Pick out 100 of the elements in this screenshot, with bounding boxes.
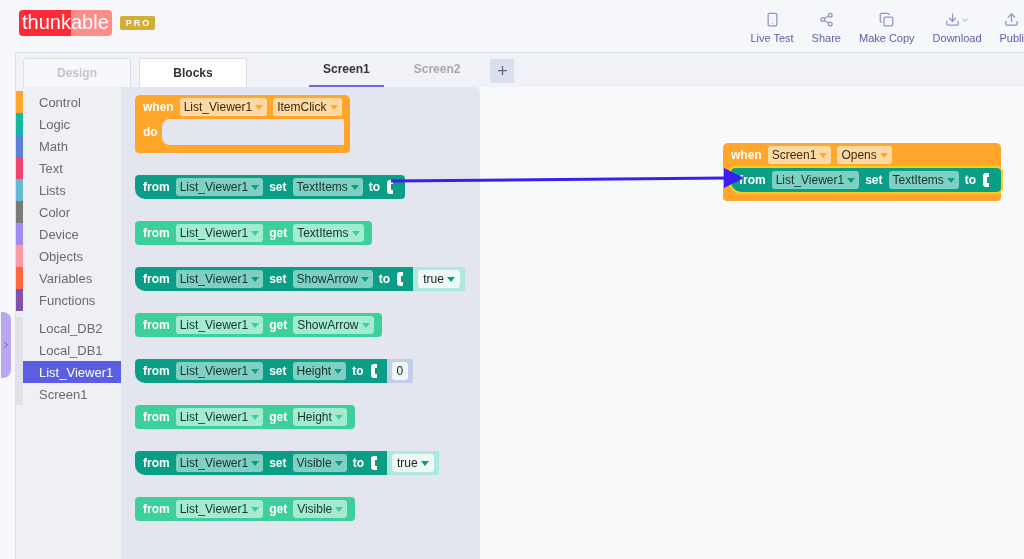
block-label: to <box>352 456 364 470</box>
block-dropdown[interactable]: List_Viewer1 <box>771 171 860 189</box>
category-item[interactable]: Control <box>16 91 121 113</box>
category-item[interactable]: Math <box>16 135 121 157</box>
block-dropdown[interactable]: ItemClick <box>273 98 342 116</box>
caret-icon <box>329 104 338 110</box>
block-label: get <box>269 318 288 332</box>
block-label: from <box>143 272 170 286</box>
value-block[interactable]: true <box>413 267 465 291</box>
expand-handle[interactable] <box>1 312 11 378</box>
component-item[interactable]: List_Viewer1 <box>23 361 121 383</box>
plan-badge: PRO <box>119 16 156 30</box>
socket-icon <box>982 173 990 187</box>
getter-block[interactable]: from List_Viewer1 get Height <box>135 405 355 429</box>
toolbar-button[interactable]: Make Copy <box>858 12 915 44</box>
setter-block[interactable]: from List_Viewer1 set Visible to true <box>135 451 439 475</box>
block-label: to <box>352 364 364 378</box>
caret-icon <box>251 322 260 328</box>
block-dropdown[interactable]: Visible <box>293 500 348 518</box>
block-label: from <box>143 456 170 470</box>
phone-icon <box>764 12 780 27</box>
block-label: from <box>143 364 170 378</box>
caret-icon <box>420 460 429 466</box>
caret-icon <box>251 184 260 190</box>
block-dropdown[interactable]: Opens <box>837 146 892 164</box>
caret-icon <box>361 322 370 328</box>
caret-icon <box>350 184 359 190</box>
category-item[interactable]: Text <box>16 157 121 179</box>
caret-icon <box>819 152 828 158</box>
caret-icon <box>335 506 344 512</box>
category-item[interactable]: Functions <box>16 289 121 311</box>
category-item[interactable]: Color <box>16 201 121 223</box>
toolbar-button[interactable]: Share <box>811 12 841 44</box>
setter-block[interactable]: from List_Viewer1 set TextItems to <box>135 175 406 199</box>
toolbar-button[interactable]: Publi <box>999 12 1024 44</box>
upload-icon <box>1004 12 1020 27</box>
setter-block[interactable]: from List_Viewer1 set ShowArrow to true <box>135 267 465 291</box>
block-label: get <box>269 502 288 516</box>
component-item[interactable]: Screen1 <box>23 383 121 405</box>
block-dropdown[interactable]: ShowArrow <box>293 316 374 334</box>
block-dropdown[interactable]: Height <box>293 408 347 426</box>
caret-icon <box>351 230 360 236</box>
block-dropdown[interactable]: TextItems <box>292 178 363 196</box>
block-label: set <box>269 180 287 194</box>
block-dropdown[interactable]: List_Viewer1 <box>179 98 268 116</box>
setter-block[interactable]: from List_Viewer1 set Height to 0 <box>135 359 414 383</box>
getter-block[interactable]: from List_Viewer1 get Visible <box>135 497 356 521</box>
block-dropdown[interactable]: Visible <box>292 454 347 472</box>
getter-block[interactable]: from List_Viewer1 get ShowArrow <box>135 313 382 337</box>
socket-icon <box>369 364 377 378</box>
value-block[interactable]: true <box>386 451 439 475</box>
socket-icon <box>396 272 404 286</box>
add-screen-button[interactable]: + <box>490 59 515 83</box>
getter-block[interactable]: from List_Viewer1 get TextItems <box>135 221 372 245</box>
block-label: set <box>269 364 287 378</box>
block-dropdown[interactable]: List_Viewer1 <box>175 362 264 380</box>
value-block[interactable]: 0 <box>386 359 414 383</box>
component-item[interactable]: Local_DB2 <box>23 317 121 339</box>
caret-icon <box>251 230 260 236</box>
caret-icon <box>334 460 343 466</box>
block-dropdown[interactable]: TextItems <box>888 171 959 189</box>
block-dropdown[interactable]: List_Viewer1 <box>175 500 264 518</box>
block-label: set <box>865 173 883 187</box>
caret-icon <box>251 368 260 374</box>
block-label: from <box>143 180 170 194</box>
category-item[interactable]: Logic <box>16 113 121 135</box>
caret-icon <box>251 460 260 466</box>
chevron-right-icon <box>1 340 11 350</box>
toolbar-button[interactable]: Download <box>932 12 982 44</box>
toolbar-button[interactable]: Live Test <box>750 12 794 44</box>
block-dropdown[interactable]: TextItems <box>293 224 364 242</box>
category-item[interactable]: Objects <box>16 245 121 267</box>
category-item[interactable]: Device <box>16 223 121 245</box>
mode-tab[interactable]: Blocks <box>139 58 247 87</box>
share-icon <box>818 12 834 27</box>
block-dropdown[interactable]: List_Viewer1 <box>175 270 264 288</box>
block-label: to <box>378 272 391 286</box>
event-block[interactable]: when List_Viewer1 ItemClick do <box>135 95 350 153</box>
socket-icon <box>369 456 377 470</box>
caret-icon <box>360 276 369 282</box>
block-dropdown[interactable]: List_Viewer1 <box>175 224 264 242</box>
block-dropdown[interactable]: List_Viewer1 <box>175 454 264 472</box>
block-label: get <box>269 226 288 240</box>
block-dropdown[interactable]: Height <box>292 362 347 380</box>
block-dropdown[interactable]: Screen1 <box>767 146 832 164</box>
caret-icon <box>847 177 856 183</box>
block-dropdown[interactable]: List_Viewer1 <box>175 316 264 334</box>
copy-icon <box>879 12 895 27</box>
block-dropdown[interactable]: List_Viewer1 <box>175 408 264 426</box>
caret-icon <box>251 414 260 420</box>
caret-icon <box>334 414 343 420</box>
block-label: to <box>964 173 977 187</box>
block-label: from <box>143 226 170 240</box>
block-label: from <box>143 410 170 424</box>
category-item[interactable]: Lists <box>16 179 121 201</box>
block-dropdown[interactable]: ShowArrow <box>292 270 373 288</box>
block-label: to <box>368 180 381 194</box>
component-item[interactable]: Local_DB1 <box>23 339 121 361</box>
block-dropdown[interactable]: List_Viewer1 <box>175 178 264 196</box>
category-item[interactable]: Variables <box>16 267 121 289</box>
